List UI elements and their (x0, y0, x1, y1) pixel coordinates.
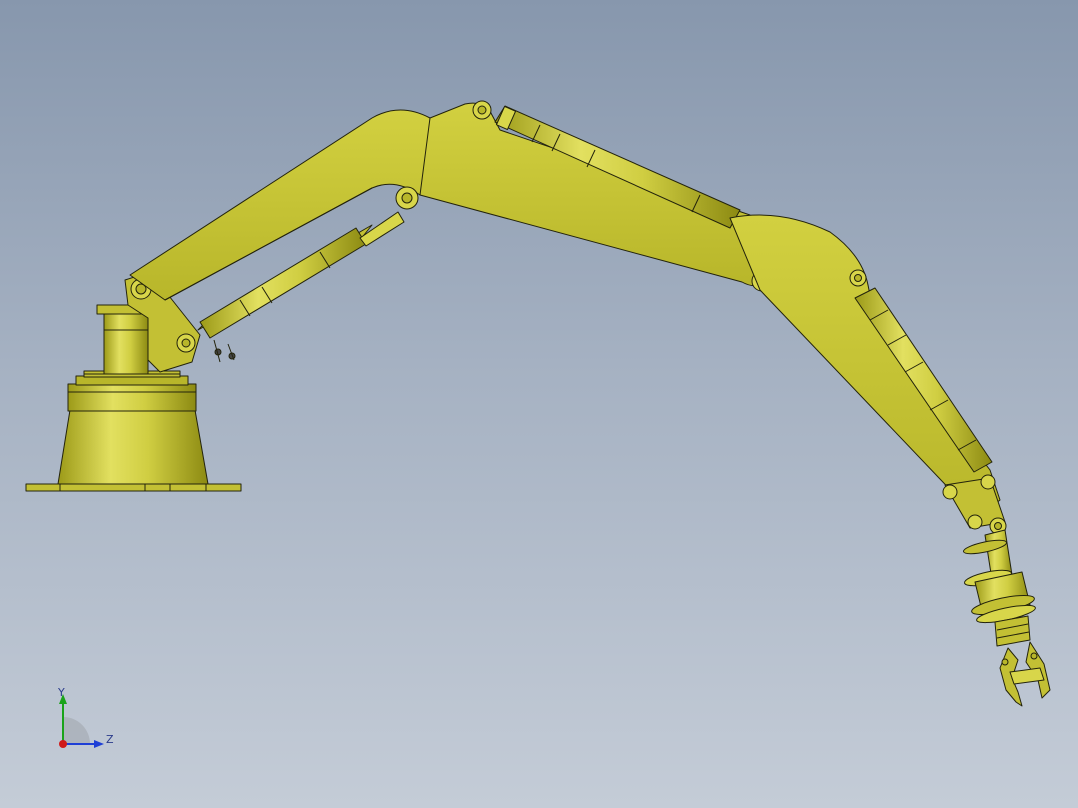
base-plate (25, 483, 242, 492)
x-axis-dot (59, 740, 67, 748)
z-axis-arrowhead (94, 740, 104, 748)
base-pedestal (57, 370, 209, 485)
axis-triad: Y Z (57, 686, 114, 748)
robot-arm-model[interactable] (0, 0, 1078, 808)
wrist-linkage (942, 474, 1007, 535)
y-axis-label: Y (57, 686, 65, 699)
forearm-stick (729, 214, 1001, 521)
wrist-rotator (962, 529, 1036, 624)
triad-view-sector (63, 717, 90, 744)
z-axis-label: Z (106, 733, 114, 746)
upper-arm (419, 100, 773, 292)
gripper (994, 615, 1051, 707)
cad-viewport[interactable]: Y Z (0, 0, 1078, 808)
